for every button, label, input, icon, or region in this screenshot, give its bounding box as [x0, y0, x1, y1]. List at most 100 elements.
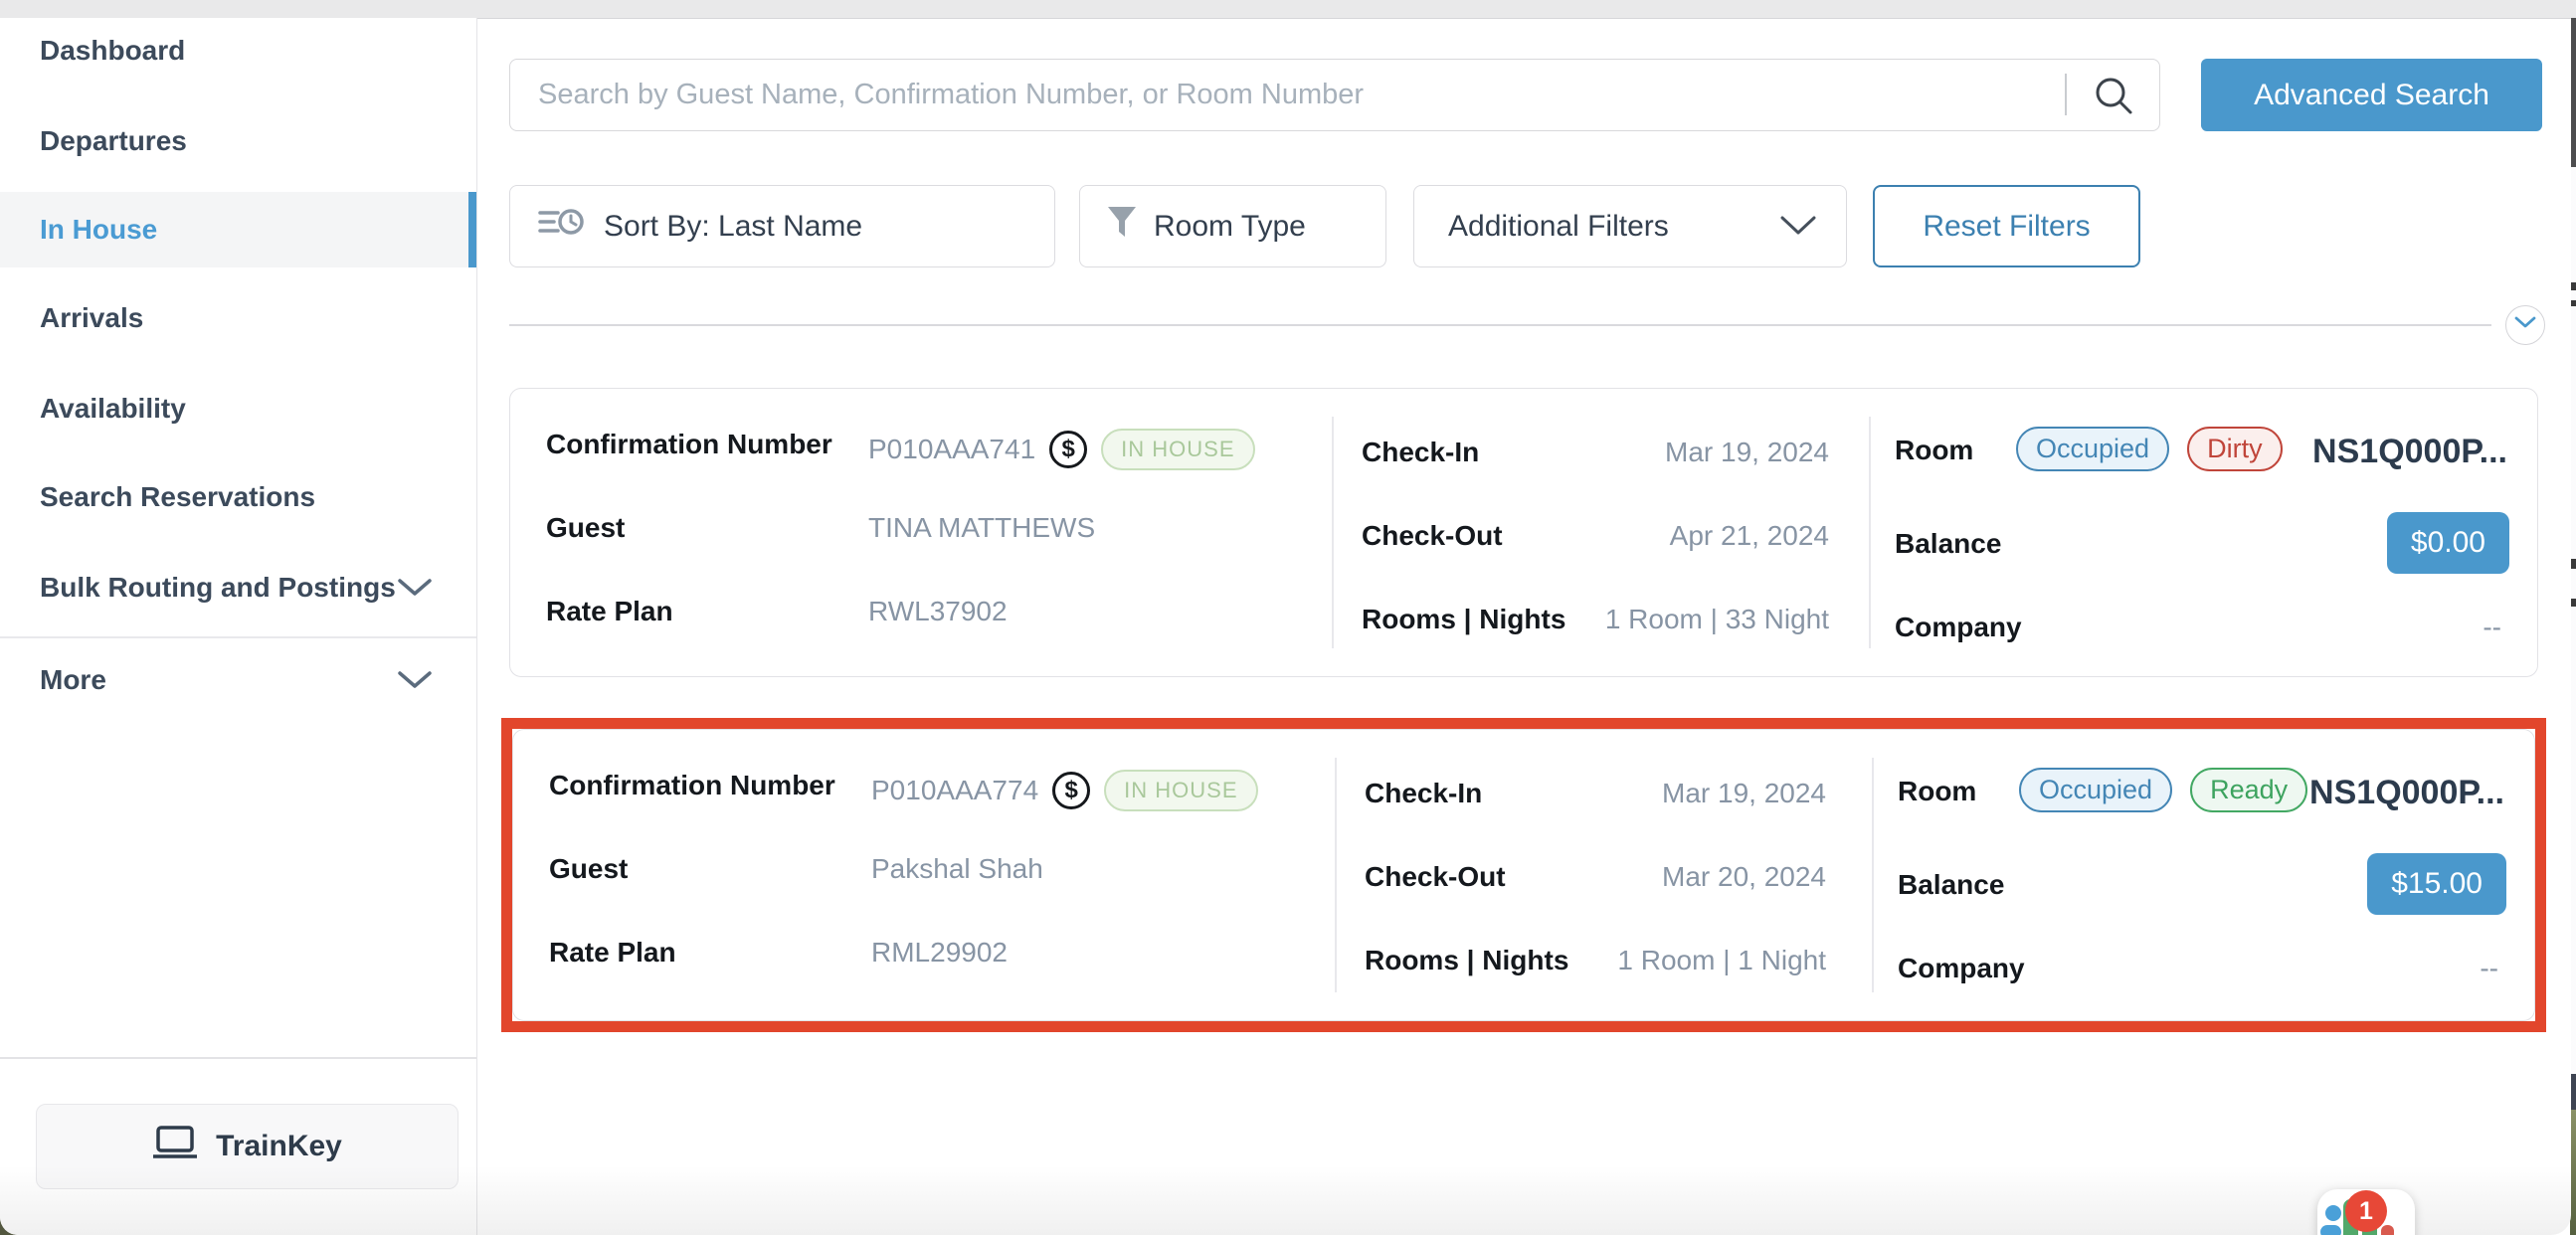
sidebar-item-label: Search Reservations [40, 481, 315, 513]
funnel-filter-icon [1106, 205, 1138, 249]
in-house-status-badge: IN HOUSE [1101, 429, 1254, 470]
room-status-badges: Occupied Dirty [2016, 427, 2283, 471]
sidebar-item-departures[interactable]: Departures [0, 111, 476, 171]
occupied-badge: Occupied [2019, 768, 2172, 812]
sort-by-label: Sort By: Last Name [604, 210, 862, 244]
dollar-circle-icon: $ [1052, 772, 1090, 809]
sidebar-item-dashboard[interactable]: Dashboard [0, 21, 476, 81]
sidebar-divider [0, 636, 476, 638]
company-label: Company [1895, 612, 2022, 643]
card-column-divider [1335, 758, 1337, 992]
rate-plan-value: RML29902 [871, 937, 1008, 969]
section-divider [509, 324, 2491, 326]
company-value: -- [2483, 612, 2501, 643]
chevron-down-icon [2514, 316, 2536, 334]
card-column-divider [1869, 417, 1871, 648]
trainkey-button[interactable]: TrainKey [36, 1104, 459, 1189]
sidebar-item-label: Departures [40, 125, 187, 157]
rooms-nights-label: Rooms | Nights [1365, 945, 1568, 976]
rooms-nights-value: 1 Room | 33 Night [1605, 604, 1829, 635]
reservation-card[interactable]: Confirmation Number P010AAA741 $ IN HOUS… [509, 388, 2538, 677]
check-out-label: Check-Out [1365, 861, 1506, 893]
balance-label: Balance [1898, 869, 2004, 901]
dollar-glyph: $ [1064, 777, 1077, 804]
reset-filters-label: Reset Filters [1923, 210, 2090, 244]
sidebar-item-label: More [40, 664, 106, 696]
check-out-value: Mar 20, 2024 [1662, 861, 1826, 893]
room-number-value: NS1Q000P... [2309, 774, 2504, 812]
app-window: Dashboard Departures In House Arrivals A… [0, 0, 2571, 1235]
search-box [509, 59, 2160, 131]
notification-badge[interactable]: 1 [2345, 1190, 2387, 1232]
check-in-value: Mar 19, 2024 [1665, 437, 1829, 468]
confirmation-number-row: P010AAA741 $ IN HOUSE [868, 429, 1255, 470]
sidebar-item-more[interactable]: More [0, 650, 476, 710]
room-label: Room [1895, 435, 1973, 466]
search-input[interactable] [510, 60, 2070, 130]
top-window-edge [0, 0, 2571, 19]
additional-filters-dropdown[interactable]: Additional Filters [1413, 185, 1847, 267]
rooms-nights-value: 1 Room | 1 Night [1617, 945, 1826, 976]
chevron-down-icon [398, 664, 432, 696]
housekeeping-badge: Ready [2190, 768, 2307, 812]
confirmation-number-row: P010AAA774 $ IN HOUSE [871, 770, 1258, 811]
guest-label: Guest [546, 512, 625, 544]
guest-label: Guest [549, 853, 628, 885]
housekeeping-badge: Dirty [2187, 427, 2283, 471]
sidebar-item-label: Dashboard [40, 35, 185, 67]
sort-by-time-icon [538, 205, 584, 249]
collapse-toggle-button[interactable] [2505, 305, 2545, 345]
card-column-divider [1332, 417, 1334, 648]
room-type-label: Room Type [1154, 210, 1306, 244]
sidebar-item-bulk-routing[interactable]: Bulk Routing and Postings [0, 558, 476, 618]
sidebar-item-label: Availability [40, 393, 186, 425]
trainkey-label: TrainKey [216, 1130, 342, 1163]
dollar-circle-icon: $ [1049, 431, 1087, 468]
confirmation-number-label: Confirmation Number [546, 429, 832, 460]
rate-plan-label: Rate Plan [546, 596, 673, 627]
active-item-indicator-bar [468, 192, 476, 267]
company-label: Company [1898, 953, 2025, 984]
balance-amount-button[interactable]: $15.00 [2367, 853, 2506, 915]
company-value: -- [2480, 953, 2498, 984]
search-icon[interactable] [2092, 74, 2135, 117]
laptop-icon [152, 1125, 198, 1168]
advanced-search-button[interactable]: Advanced Search [2201, 59, 2542, 131]
card-column-divider [1872, 758, 1874, 992]
occupied-badge: Occupied [2016, 427, 2169, 471]
sort-by-button[interactable]: Sort By: Last Name [509, 185, 1055, 267]
sidebar-item-availability[interactable]: Availability [0, 379, 476, 439]
chat-logo-shape [2325, 1205, 2341, 1221]
check-out-label: Check-Out [1362, 520, 1503, 552]
sidebar-item-label: Arrivals [40, 302, 143, 334]
sidebar: Dashboard Departures In House Arrivals A… [0, 18, 477, 1235]
chevron-down-icon [1780, 210, 1816, 244]
reset-filters-button[interactable]: Reset Filters [1873, 185, 2140, 267]
chat-logo-shape [2381, 1225, 2394, 1235]
additional-filters-label: Additional Filters [1448, 210, 1669, 244]
sidebar-item-arrivals[interactable]: Arrivals [0, 288, 476, 348]
guest-value: TINA MATTHEWS [868, 512, 1095, 544]
guest-value: Pakshal Shah [871, 853, 1043, 885]
balance-label: Balance [1895, 528, 2001, 560]
confirmation-number-label: Confirmation Number [549, 770, 835, 801]
notification-count: 1 [2359, 1197, 2373, 1226]
check-in-value: Mar 19, 2024 [1662, 778, 1826, 809]
room-type-filter-button[interactable]: Room Type [1079, 185, 1386, 267]
room-label: Room [1898, 776, 1976, 807]
sidebar-item-search-reservations[interactable]: Search Reservations [0, 467, 476, 527]
check-out-value: Apr 21, 2024 [1670, 520, 1829, 552]
check-in-label: Check-In [1362, 437, 1479, 468]
sidebar-footer-divider [0, 1057, 476, 1059]
balance-amount-button[interactable]: $0.00 [2387, 512, 2509, 574]
sidebar-item-in-house[interactable]: In House [0, 192, 476, 267]
room-status-badges: Occupied Ready [2019, 768, 2307, 812]
search-separator [2065, 74, 2067, 115]
rooms-nights-label: Rooms | Nights [1362, 604, 1565, 635]
confirmation-number-value: P010AAA741 [868, 434, 1035, 465]
rate-plan-value: RWL37902 [868, 596, 1008, 627]
sidebar-item-label: In House [40, 214, 157, 246]
reservation-card-highlighted[interactable]: Confirmation Number P010AAA774 $ IN HOUS… [512, 729, 2535, 1021]
dollar-glyph: $ [1061, 436, 1074, 463]
room-number-value: NS1Q000P... [2312, 433, 2507, 471]
